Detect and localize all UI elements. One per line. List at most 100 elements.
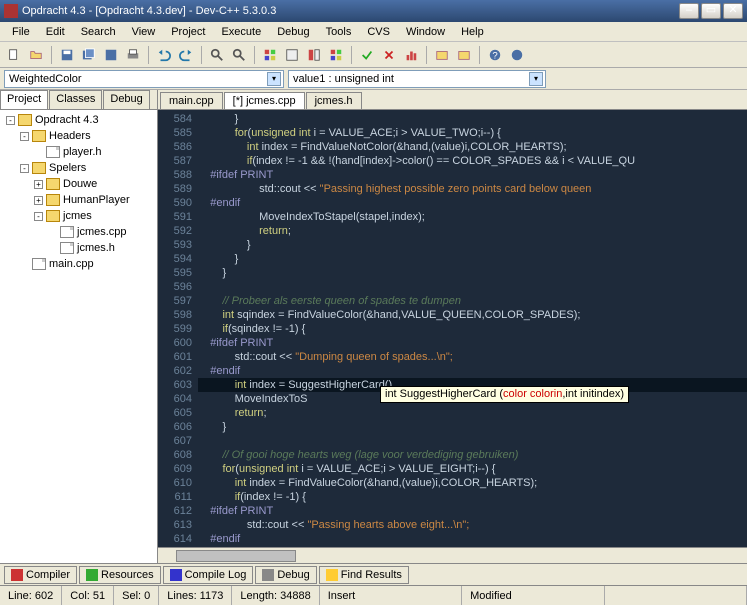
menu-execute[interactable]: Execute — [213, 24, 269, 40]
tree-toggle-icon[interactable]: - — [6, 116, 15, 125]
redo-button[interactable] — [176, 45, 196, 65]
bottom-tab-find-results[interactable]: Find Results — [319, 566, 409, 584]
close-button[interactable]: ✕ — [723, 3, 743, 19]
project-tree[interactable]: -Opdracht 4.3-Headersplayer.h-Spelers+Do… — [0, 110, 157, 563]
find-button[interactable] — [207, 45, 227, 65]
sidebar-tab-classes[interactable]: Classes — [49, 90, 102, 109]
status-length: Length: 34888 — [232, 586, 319, 605]
help-button[interactable]: ? — [485, 45, 505, 65]
menu-cvs[interactable]: CVS — [359, 24, 398, 40]
member-dropdown-value: value1 : unsigned int — [293, 73, 394, 85]
debug-button[interactable] — [357, 45, 377, 65]
tree-item[interactable]: main.cpp — [2, 256, 155, 272]
tree-item-label: Douwe — [63, 178, 97, 190]
save-button[interactable] — [57, 45, 77, 65]
tab-icon — [326, 569, 338, 581]
tree-item-label: player.h — [63, 146, 102, 158]
tree-item-label: Spelers — [49, 162, 86, 174]
tree-item-label: Headers — [49, 130, 91, 142]
tree-item-label: main.cpp — [49, 258, 94, 270]
menu-file[interactable]: File — [4, 24, 38, 40]
menu-project[interactable]: Project — [163, 24, 213, 40]
menu-edit[interactable]: Edit — [38, 24, 73, 40]
bottom-tab-compile-log[interactable]: Compile Log — [163, 566, 254, 584]
menu-search[interactable]: Search — [73, 24, 124, 40]
tree-toggle-icon[interactable]: + — [34, 180, 43, 189]
run-button[interactable] — [282, 45, 302, 65]
status-empty — [605, 586, 747, 605]
horizontal-scrollbar[interactable] — [158, 547, 747, 563]
status-sel: Sel: 0 — [114, 586, 159, 605]
chevron-down-icon: ▾ — [529, 72, 543, 86]
tree-toggle-icon[interactable]: - — [34, 212, 43, 221]
bottom-tab-debug[interactable]: Debug — [255, 566, 316, 584]
save-as-button[interactable] — [101, 45, 121, 65]
menu-debug[interactable]: Debug — [269, 24, 317, 40]
tree-toggle-icon[interactable]: - — [20, 164, 29, 173]
tree-toggle-icon[interactable]: - — [20, 132, 29, 141]
folder-icon — [46, 194, 60, 206]
bottom-tab-label: Debug — [277, 569, 309, 581]
stop-button[interactable] — [379, 45, 399, 65]
maximize-button[interactable]: ▭ — [701, 3, 721, 19]
replace-button[interactable] — [229, 45, 249, 65]
tooltip-suffix: ,int initindex) — [562, 388, 624, 400]
tree-item[interactable]: jcmes.h — [2, 240, 155, 256]
bottom-tab-label: Find Results — [341, 569, 402, 581]
line-gutter: 5845855865875885895905915925935945955965… — [158, 110, 198, 547]
titlebar: Opdracht 4.3 - [Opdracht 4.3.dev] - Dev-… — [0, 0, 747, 22]
bottom-tab-resources[interactable]: Resources — [79, 566, 161, 584]
print-button[interactable] — [123, 45, 143, 65]
tab-icon — [86, 569, 98, 581]
profile-button[interactable] — [401, 45, 421, 65]
class-dropdown[interactable]: WeightedColor ▾ — [4, 70, 284, 88]
file-tab[interactable]: [*] jcmes.cpp — [224, 92, 305, 109]
tree-toggle-icon[interactable]: + — [34, 196, 43, 205]
tree-item[interactable]: jcmes.cpp — [2, 224, 155, 240]
tab-icon — [262, 569, 274, 581]
scrollbar-thumb[interactable] — [176, 550, 296, 562]
new-project-button[interactable] — [432, 45, 452, 65]
tree-item[interactable]: player.h — [2, 144, 155, 160]
status-lines: Lines: 1173 — [159, 586, 232, 605]
file-tab[interactable]: jcmes.h — [306, 92, 362, 109]
sidebar-tab-debug[interactable]: Debug — [103, 90, 149, 109]
tree-item[interactable]: -Opdracht 4.3 — [2, 112, 155, 128]
file-icon — [60, 242, 74, 254]
toolbar: ? — [0, 42, 747, 68]
minimize-button[interactable]: – — [679, 3, 699, 19]
menu-window[interactable]: Window — [398, 24, 453, 40]
parameter-tooltip: int SuggestHigherCard (color colorin,int… — [380, 386, 629, 403]
window-title: Opdracht 4.3 - [Opdracht 4.3.dev] - Dev-… — [22, 5, 679, 17]
about-button[interactable] — [507, 45, 527, 65]
menu-tools[interactable]: Tools — [318, 24, 360, 40]
bottom-tab-label: Compiler — [26, 569, 70, 581]
code-content[interactable]: } for(unsigned int i = VALUE_ACE;i > VAL… — [198, 110, 747, 547]
menu-view[interactable]: View — [124, 24, 164, 40]
project-options-button[interactable] — [454, 45, 474, 65]
tree-item[interactable]: + Douwe — [2, 176, 155, 192]
sidebar: Project Classes Debug -Opdracht 4.3-Head… — [0, 90, 158, 563]
rebuild-button[interactable] — [326, 45, 346, 65]
menubar: FileEditSearchViewProjectExecuteDebugToo… — [0, 22, 747, 42]
code-editor[interactable]: 5845855865875885895905915925935945955965… — [158, 110, 747, 547]
file-tab[interactable]: main.cpp — [160, 92, 223, 109]
tree-item[interactable]: - Spelers — [2, 160, 155, 176]
navigation-dropdowns: WeightedColor ▾ value1 : unsigned int ▾ — [0, 68, 747, 90]
tree-item[interactable]: -jcmes — [2, 208, 155, 224]
tree-item[interactable]: +HumanPlayer — [2, 192, 155, 208]
folder-icon — [32, 130, 46, 142]
save-all-button[interactable] — [79, 45, 99, 65]
status-line: Line: 602 — [0, 586, 62, 605]
menu-help[interactable]: Help — [453, 24, 492, 40]
compile-run-button[interactable] — [304, 45, 324, 65]
open-button[interactable] — [26, 45, 46, 65]
tooltip-prefix: int SuggestHigherCard ( — [385, 388, 503, 400]
new-file-button[interactable] — [4, 45, 24, 65]
bottom-tab-compiler[interactable]: Compiler — [4, 566, 77, 584]
tree-item[interactable]: - Headers — [2, 128, 155, 144]
compile-button[interactable] — [260, 45, 280, 65]
sidebar-tab-project[interactable]: Project — [0, 90, 48, 109]
member-dropdown[interactable]: value1 : unsigned int ▾ — [288, 70, 546, 88]
undo-button[interactable] — [154, 45, 174, 65]
